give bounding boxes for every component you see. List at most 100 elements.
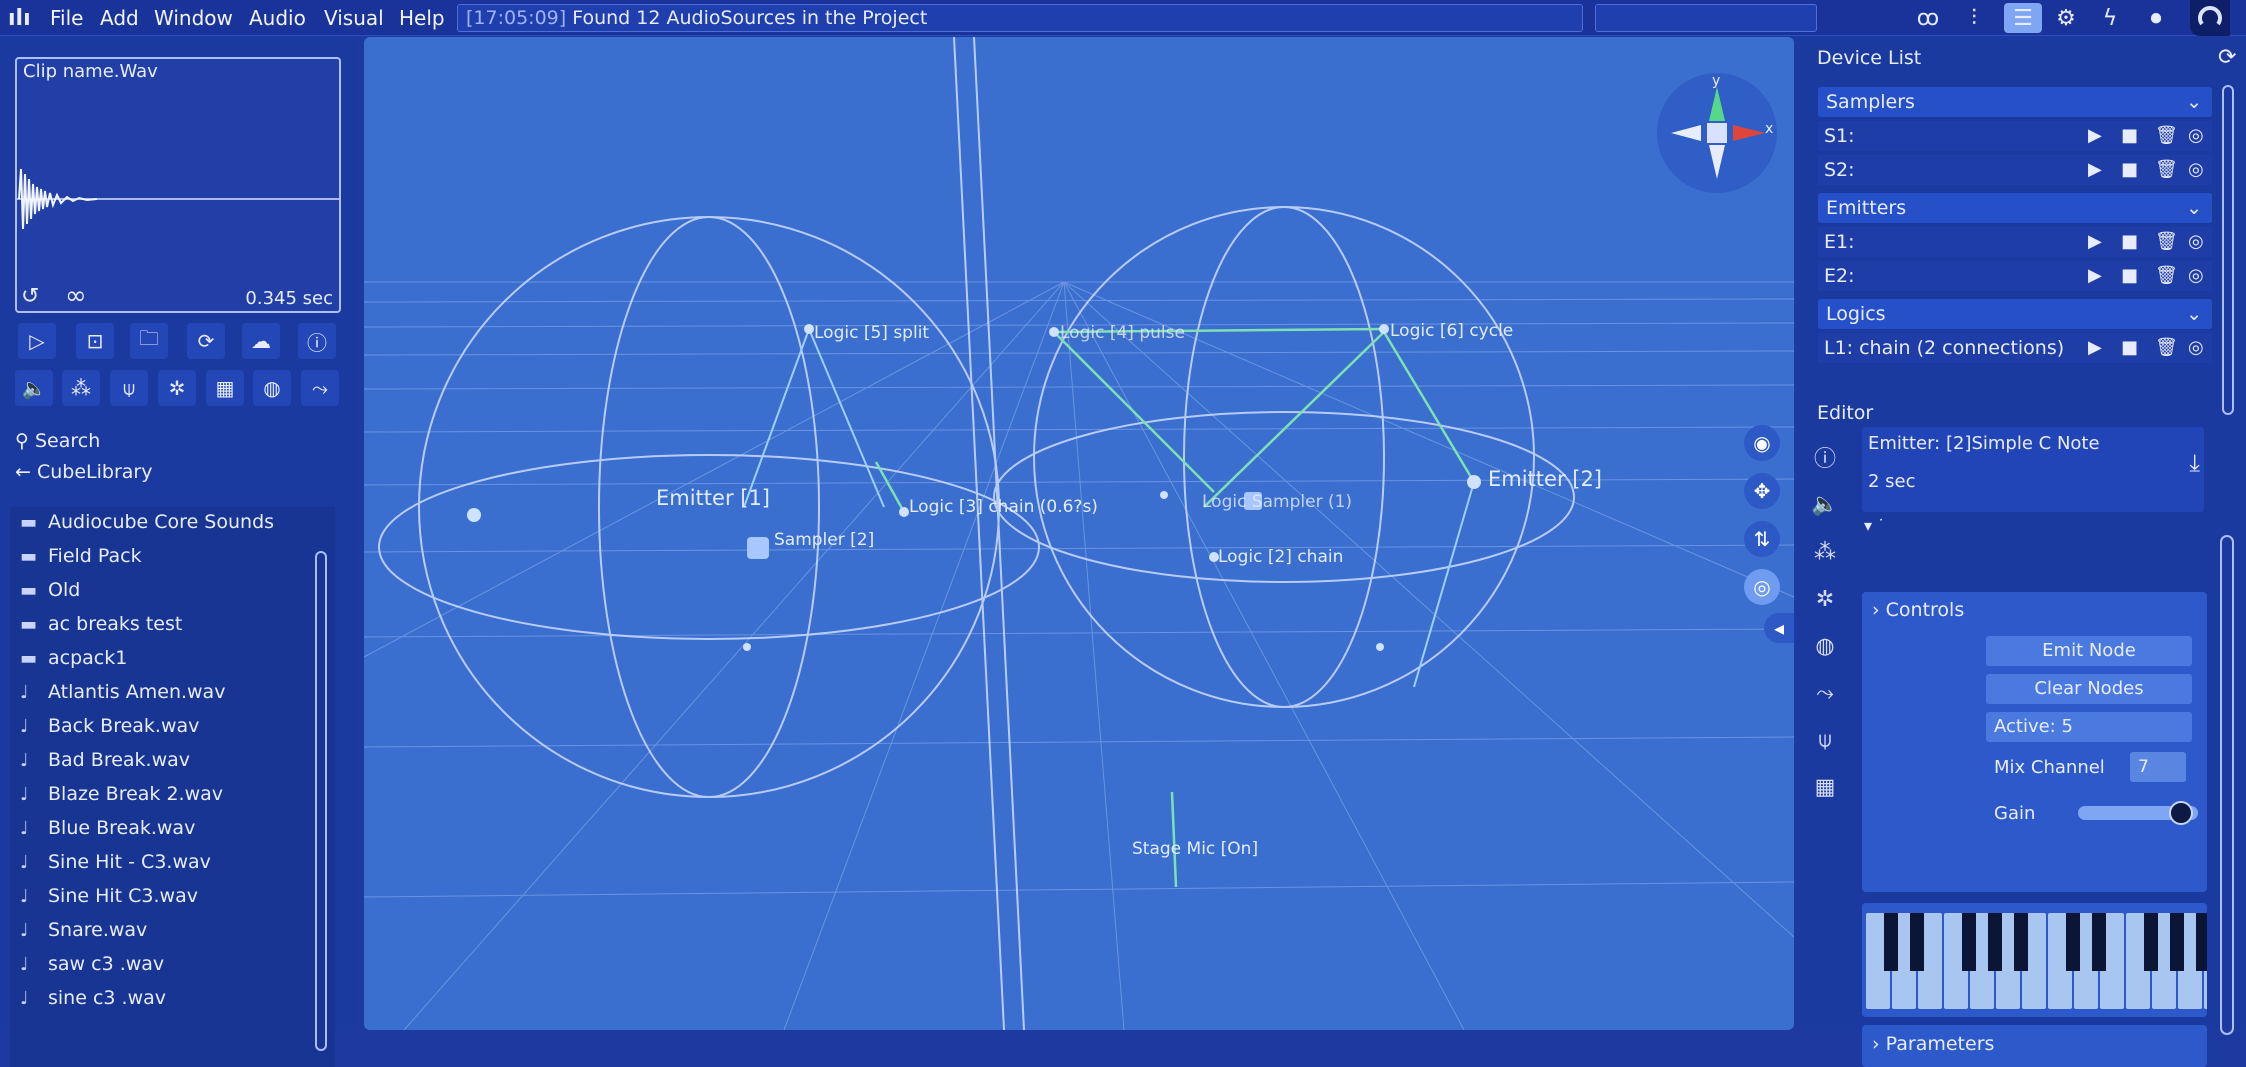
vertical-arrows-icon[interactable]: ⇅: [1744, 521, 1780, 557]
play-icon[interactable]: ▶: [2088, 121, 2102, 151]
menu-audio[interactable]: Audio: [249, 6, 306, 30]
globe-icon[interactable]: ◍: [253, 370, 291, 406]
add-folder-button[interactable]: 🗀: [130, 323, 168, 359]
category-samplers[interactable]: Samplers ⌄: [1818, 87, 2212, 117]
parameters-section[interactable]: › Parameters: [1862, 1025, 2207, 1067]
folder-item[interactable]: ▬ Audiocube Core Sounds: [20, 507, 274, 537]
file-item[interactable]: ♩ Snare.wav: [20, 915, 147, 945]
piano-black-key[interactable]: [1962, 913, 1976, 971]
play-icon[interactable]: ▶: [2088, 261, 2102, 291]
piano-black-key[interactable]: [2014, 913, 2028, 971]
trash-icon[interactable]: 🗑: [2155, 227, 2178, 257]
focus-icon[interactable]: ◎: [2188, 155, 2204, 185]
network-icon[interactable]: ✲: [1810, 584, 1840, 614]
node-label-sampler2[interactable]: Sampler [2]: [774, 530, 874, 550]
antenna-icon[interactable]: ⍦: [1810, 725, 1840, 755]
target-icon[interactable]: ◎: [1744, 569, 1780, 605]
voicemail-icon[interactable]: ꝏ: [1912, 2, 1944, 34]
play-icon[interactable]: ▶: [2088, 333, 2102, 363]
info-icon[interactable]: ⓘ: [1810, 442, 1840, 472]
stop-icon[interactable]: ■: [2121, 121, 2138, 151]
trash-icon[interactable]: 🗑: [2155, 261, 2178, 291]
folder-item[interactable]: ▬ acpack1: [20, 643, 127, 673]
trash-icon[interactable]: 🗑: [2155, 155, 2178, 185]
mix-channel-field[interactable]: 7: [2130, 752, 2186, 782]
stop-icon[interactable]: ■: [2121, 227, 2138, 257]
piano-black-key[interactable]: [2092, 913, 2106, 971]
info-button[interactable]: ⓘ: [298, 323, 336, 359]
emit-node-button[interactable]: Emit Node: [1986, 636, 2192, 666]
file-list-scrollbar[interactable]: [315, 551, 327, 1051]
folder-item[interactable]: ▬ ac breaks test: [20, 609, 182, 639]
file-item[interactable]: ♩ Blue Break.wav: [20, 813, 195, 843]
clear-nodes-button[interactable]: Clear Nodes: [1986, 674, 2192, 704]
route-icon[interactable]: ⤳: [301, 370, 339, 406]
list-icon[interactable]: ☰: [2004, 3, 2042, 33]
focus-icon[interactable]: ◎: [2188, 121, 2204, 151]
axis-gizmo[interactable]: y x: [1657, 73, 1777, 193]
particles-icon[interactable]: ⁂: [62, 370, 100, 406]
device-row-e2[interactable]: E2: ▶ ■ 🗑 ◎: [1818, 261, 2212, 291]
category-logics[interactable]: Logics ⌄: [1818, 299, 2212, 329]
gain-slider-knob[interactable]: [2169, 801, 2194, 825]
loop-icon[interactable]: ∞: [65, 281, 87, 311]
play-icon[interactable]: ▶: [2088, 227, 2102, 257]
device-row-s2[interactable]: S2: ▶ ■ 🗑 ◎: [1818, 155, 2212, 185]
speaker-icon[interactable]: 🔈: [1810, 489, 1840, 519]
focus-icon[interactable]: ◎: [2188, 261, 2204, 291]
library-breadcrumb[interactable]: ← CubeLibrary: [15, 461, 152, 483]
menu-help[interactable]: Help: [399, 6, 445, 30]
node-label-emitter1[interactable]: Emitter [1]: [656, 486, 770, 510]
folder-item[interactable]: ▬ Old: [20, 575, 80, 605]
refresh-icon[interactable]: ⟳: [2218, 45, 2236, 70]
clip-preview[interactable]: Clip name.Wav ↺ ∞ 0.345 sec: [15, 57, 341, 313]
stop-button[interactable]: ⊡: [76, 323, 114, 359]
stop-icon[interactable]: ■: [2121, 333, 2138, 363]
speaker-icon[interactable]: 🔈: [15, 370, 53, 406]
grid-icon[interactable]: ▦: [206, 370, 244, 406]
stop-icon[interactable]: ■: [2121, 261, 2138, 291]
node-label-stagemic[interactable]: Stage Mic [On]: [1132, 839, 1258, 859]
node-label-emitter2[interactable]: Emitter [2]: [1488, 467, 1602, 491]
node-label-logic2[interactable]: Logic [2] chain: [1218, 547, 1343, 567]
play-icon[interactable]: ▶: [2088, 155, 2102, 185]
node-label-overlap[interactable]: Logic Sampler (1): [1202, 492, 1352, 512]
globe-icon[interactable]: ◍: [1810, 631, 1840, 661]
download-icon[interactable]: ⤓: [2189, 449, 2200, 477]
particles-icon[interactable]: ⁂: [1810, 537, 1840, 567]
route-icon[interactable]: ⤳: [1810, 678, 1840, 708]
file-item[interactable]: ♩ Back Break.wav: [20, 711, 199, 741]
stop-icon[interactable]: ■: [2121, 155, 2138, 185]
menu-visual[interactable]: Visual: [324, 6, 384, 30]
play-button[interactable]: ▷: [18, 323, 56, 359]
file-item[interactable]: ♩ Sine Hit - C3.wav: [20, 847, 211, 877]
focus-icon[interactable]: ◎: [2188, 333, 2204, 363]
node-label-logic3[interactable]: Logic [3] chain (0.6?s): [909, 497, 1098, 517]
device-row-s1[interactable]: S1: ▶ ■ 🗑 ◎: [1818, 121, 2212, 151]
file-item[interactable]: ♩ Bad Break.wav: [20, 745, 190, 775]
trash-icon[interactable]: 🗑: [2155, 333, 2178, 363]
piano-black-key[interactable]: [1884, 913, 1898, 971]
piano-black-key[interactable]: [2196, 913, 2207, 971]
piano-black-key[interactable]: [1988, 913, 2002, 971]
antenna-icon[interactable]: ⍦: [110, 370, 148, 406]
device-list-scrollbar[interactable]: [2222, 85, 2234, 415]
collapse-panel-icon[interactable]: ◂: [1764, 613, 1794, 643]
record-icon[interactable]: ⏺: [2140, 2, 2172, 34]
gear-icon[interactable]: ⚙: [2050, 2, 2082, 34]
node-label-logic4[interactable]: Logic [4] pulse: [1060, 323, 1185, 343]
grid-icon[interactable]: ▦: [1810, 772, 1840, 802]
cloud-upload-button[interactable]: ☁: [242, 323, 280, 359]
editor-scrollbar[interactable]: [2220, 535, 2234, 1035]
controls-header[interactable]: › Controls: [1872, 599, 1964, 621]
refresh-button[interactable]: ⟳: [187, 323, 225, 359]
gain-slider[interactable]: [2078, 801, 2198, 825]
file-item[interactable]: ♩ Atlantis Amen.wav: [20, 677, 225, 707]
folder-item[interactable]: ▬ Field Pack: [20, 541, 142, 571]
focus-icon[interactable]: ◎: [2188, 227, 2204, 257]
menu-add[interactable]: Add: [100, 6, 139, 30]
bolt-icon[interactable]: ϟ: [2094, 2, 2126, 34]
file-item[interactable]: ♩ Sine Hit C3.wav: [20, 881, 198, 911]
menu-window[interactable]: Window: [154, 6, 233, 30]
file-item[interactable]: ♩ Blaze Break 2.wav: [20, 779, 223, 809]
